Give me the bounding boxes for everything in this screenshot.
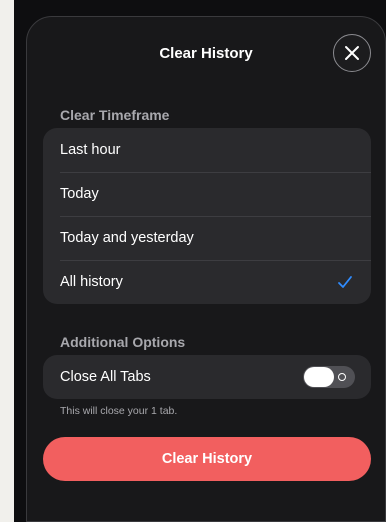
close-all-tabs-toggle[interactable] (303, 366, 355, 388)
toggle-off-indicator-icon (338, 373, 346, 381)
timeframe-option-today-and-yesterday[interactable]: Today and yesterday (43, 216, 371, 260)
section-header-additional-options: Additional Options (60, 334, 186, 350)
timeframe-option-all-history[interactable]: All history (43, 260, 371, 304)
timeframe-option-label: Today (60, 186, 99, 202)
timeframe-option-last-hour[interactable]: Last hour (43, 128, 371, 172)
clear-history-sheet: Clear History Clear Timeframe Last hour … (26, 16, 386, 522)
timeframe-options-group: Last hour Today Today and yesterday All … (43, 128, 371, 304)
timeframe-option-label: Last hour (60, 142, 121, 158)
timeframe-option-label: All history (60, 274, 123, 290)
clear-history-button[interactable]: Clear History (43, 437, 371, 481)
toggle-knob (304, 367, 334, 387)
sheet-title: Clear History (159, 45, 253, 62)
close-button[interactable] (333, 34, 371, 72)
additional-options-group: Close All Tabs (43, 355, 371, 399)
close-all-tabs-label: Close All Tabs (60, 369, 151, 385)
close-all-tabs-row: Close All Tabs (43, 355, 371, 399)
close-tabs-note: This will close your 1 tab. (60, 405, 178, 417)
timeframe-option-label: Today and yesterday (60, 230, 194, 246)
section-header-timeframe: Clear Timeframe (60, 107, 170, 123)
timeframe-option-today[interactable]: Today (43, 172, 371, 216)
checkmark-icon (338, 276, 352, 288)
close-icon (345, 46, 359, 60)
